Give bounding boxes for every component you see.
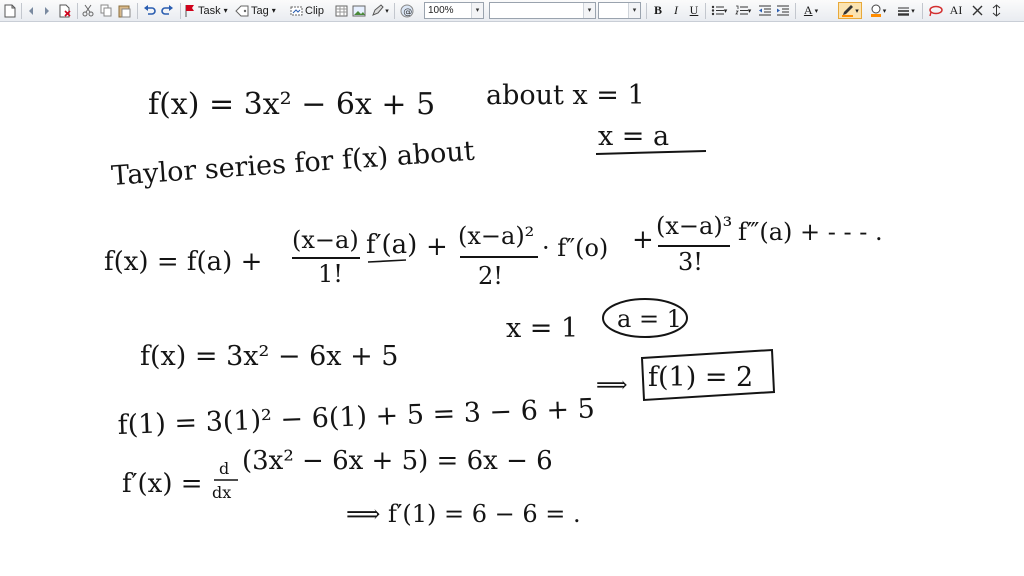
bullet-list-icon[interactable]: ▾ (708, 2, 730, 19)
pen-color-icon (870, 4, 881, 17)
taylor-term2-function: · f″(o) (542, 234, 608, 262)
redo-icon[interactable] (159, 2, 175, 19)
line1-about: about x = 1 (486, 80, 645, 111)
line-style-icon (898, 7, 910, 16)
line7-derivative-at-1: ⟹ f′(1) = 6 − 6 = . (346, 500, 581, 528)
ai-label: AI (949, 3, 963, 17)
italic-button[interactable]: I (668, 2, 684, 19)
back-icon[interactable] (24, 2, 38, 19)
line4-equation: f(x) = 3x² − 6x + 5 (140, 341, 398, 372)
line5-result: f(1) = 2 (648, 362, 753, 393)
italic-label: I (674, 3, 678, 17)
ai-button[interactable]: AI (946, 2, 966, 19)
font-size-select[interactable]: ▾ (598, 2, 641, 19)
insert-picture-icon[interactable] (351, 2, 367, 19)
underline-button[interactable]: U (686, 2, 702, 19)
line5-evaluation: f(1) = 3(1)² − 6(1) + 5 = 3 − 6 + 5 (117, 393, 595, 441)
clip-button[interactable]: Clip (290, 2, 330, 19)
bold-label: B (653, 3, 662, 17)
taylor-fx: f(x) = f(a) + (104, 247, 262, 277)
taylor-term1-denominator: 1! (318, 260, 343, 288)
toolbar: Task ▾ Tag ▾ Clip ▾ @ 100% ▾ ▾ ▾ B I U ▾… (0, 0, 1024, 22)
forward-icon[interactable] (40, 2, 54, 19)
zoom-value: 100% (428, 5, 454, 16)
line4-x-value: x = 1 (506, 313, 578, 344)
highlighter-icon (842, 5, 854, 17)
flag-icon (185, 5, 194, 17)
task-label: Task (198, 4, 221, 17)
line6-dx: dx (212, 483, 231, 502)
taylor-term2-numerator: (x−a)² (458, 222, 534, 250)
delete-page-icon[interactable] (57, 2, 73, 19)
line1-equation: f(x) = 3x² − 6x + 5 (148, 87, 435, 122)
expand-icon[interactable] (988, 2, 1004, 19)
pen-tool-icon[interactable]: ▾ (369, 2, 391, 19)
taylor-term1-numerator: (x−a) (292, 226, 359, 254)
task-button[interactable]: Task ▾ (184, 2, 232, 19)
clip-label: Clip (305, 4, 324, 17)
taylor-term1-underline (367, 259, 407, 263)
decrease-indent-icon[interactable] (756, 2, 772, 19)
table-icon[interactable] (333, 2, 349, 19)
tag-label: Tag (251, 4, 269, 17)
line4-a-value: a = 1 (617, 305, 682, 333)
lasso-icon[interactable] (926, 2, 944, 19)
taylor-plus-2: + (632, 225, 654, 255)
taylor-plus-1: + (426, 232, 448, 262)
zoom-dropdown-icon[interactable]: ▾ (471, 3, 483, 18)
cut-icon[interactable] (80, 2, 96, 19)
taylor-term3-denominator: 3! (678, 248, 703, 276)
line2-target: x = a (598, 121, 669, 152)
font-size-dropdown-icon[interactable]: ▾ (628, 3, 640, 18)
font-color-label: A (803, 3, 813, 17)
at-symbol-icon[interactable]: @ (398, 2, 416, 19)
handwritten-notes: f(x) = 3x² − 6x + 5 about x = 1 Taylor s… (104, 80, 883, 528)
line6-rhs: (3x² − 6x + 5) = 6x − 6 (242, 446, 553, 476)
copy-icon[interactable] (98, 2, 114, 19)
increase-indent-icon[interactable] (774, 2, 790, 19)
new-page-icon[interactable] (2, 2, 18, 19)
font-select[interactable]: ▾ (489, 2, 596, 19)
note-canvas[interactable]: f(x) = 3x² − 6x + 5 about x = 1 Taylor s… (0, 22, 1024, 576)
numbered-list-icon[interactable]: ▾ (732, 2, 754, 19)
line6-lhs: f′(x) = (122, 469, 203, 499)
taylor-term2-denominator: 2! (478, 262, 503, 290)
task-dropdown-icon[interactable]: ▾ (224, 6, 228, 15)
taylor-term3-numerator: (x−a)³ (656, 212, 732, 240)
paste-icon[interactable] (116, 2, 132, 19)
line-style-button[interactable]: ▾ (894, 2, 918, 19)
line6-d: d (219, 459, 229, 478)
pen-color-button[interactable]: ▾ (866, 2, 890, 19)
line5-arrow: ⟹ (596, 373, 628, 398)
taylor-term1-function: f′(a) (366, 230, 417, 260)
close-format-icon[interactable] (969, 2, 985, 19)
zoom-select[interactable]: 100% ▾ (424, 2, 484, 19)
underline-label: U (689, 3, 699, 17)
font-dropdown-icon[interactable]: ▾ (583, 3, 595, 18)
tag-icon (235, 5, 249, 16)
highlighter-button[interactable]: ▾ (838, 2, 862, 19)
clip-icon (290, 6, 303, 15)
font-color-button[interactable]: A ▾ (798, 2, 824, 19)
bold-button[interactable]: B (650, 2, 666, 19)
svg-text:@: @ (403, 7, 412, 17)
undo-icon[interactable] (141, 2, 157, 19)
tag-button[interactable]: Tag ▾ (235, 2, 285, 19)
tag-dropdown-icon[interactable]: ▾ (272, 6, 276, 15)
taylor-term3-function: f‴(a) + - - - . (738, 218, 883, 246)
line2-prefix: Taylor series for f(x) about (110, 136, 475, 192)
